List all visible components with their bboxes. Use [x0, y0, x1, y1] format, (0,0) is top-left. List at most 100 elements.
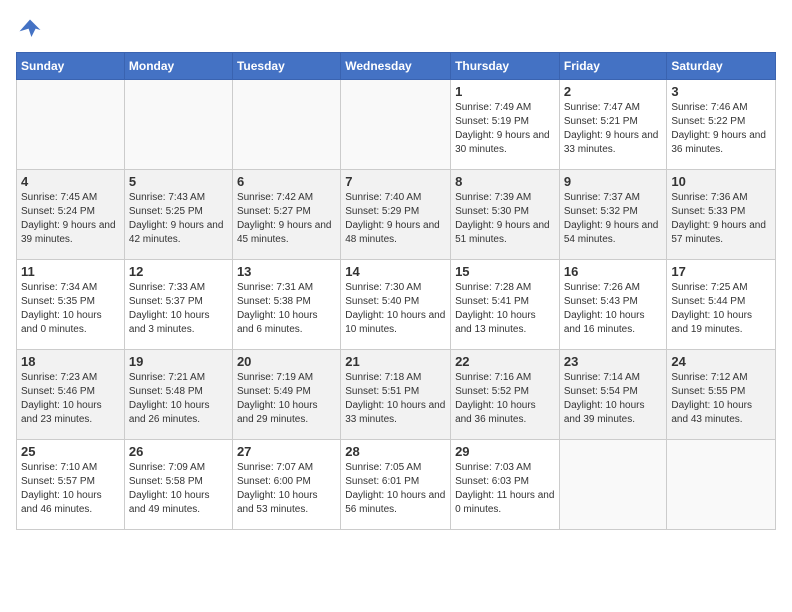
- calendar-cell: 28 Sunrise: 7:05 AM Sunset: 6:01 PM Dayli…: [341, 440, 451, 530]
- calendar-cell: 13 Sunrise: 7:31 AM Sunset: 5:38 PM Dayli…: [232, 260, 340, 350]
- page-header: [16, 16, 776, 44]
- day-info: Sunrise: 7:45 AM Sunset: 5:24 PM Dayligh…: [21, 191, 120, 247]
- day-info: Sunrise: 7:28 AM Sunset: 5:41 PM Dayligh…: [455, 281, 555, 337]
- calendar-cell: 9Sunrise: 7:37 AM Sunset: 5:32 PM Daylig…: [559, 170, 667, 260]
- day-number: 3: [671, 84, 771, 99]
- calendar-table: SundayMondayTuesdayWednesdayThursdayFrid…: [16, 52, 776, 530]
- day-info: Sunrise: 7:23 AM Sunset: 5:46 PM Dayligh…: [21, 371, 120, 427]
- weekday-header: Sunday: [17, 53, 125, 80]
- weekday-header: Monday: [124, 53, 232, 80]
- day-number: 15: [455, 264, 555, 279]
- day-info: Sunrise: 7:05 AM Sunset: 6:01 PM Dayligh…: [345, 461, 446, 517]
- day-info: Sunrise: 7:09 AM Sunset: 5:58 PM Dayligh…: [129, 461, 228, 517]
- calendar-cell: 21 Sunrise: 7:18 AM Sunset: 5:51 PM Dayli…: [341, 350, 451, 440]
- calendar-cell: 18 Sunrise: 7:23 AM Sunset: 5:46 PM Dayli…: [17, 350, 125, 440]
- calendar-cell: 16 Sunrise: 7:26 AM Sunset: 5:43 PM Dayli…: [559, 260, 667, 350]
- day-number: 18: [21, 354, 120, 369]
- day-info: Sunrise: 7:47 AM Sunset: 5:21 PM Dayligh…: [564, 101, 663, 157]
- day-number: 7: [345, 174, 446, 189]
- day-number: 5: [129, 174, 228, 189]
- day-info: Sunrise: 7:19 AM Sunset: 5:49 PM Dayligh…: [237, 371, 336, 427]
- day-info: Sunrise: 7:26 AM Sunset: 5:43 PM Dayligh…: [564, 281, 663, 337]
- calendar-cell: 1Sunrise: 7:49 AM Sunset: 5:19 PM Daylig…: [451, 80, 560, 170]
- day-number: 21: [345, 354, 446, 369]
- day-info: Sunrise: 7:36 AM Sunset: 5:33 PM Dayligh…: [671, 191, 771, 247]
- calendar-cell: 20 Sunrise: 7:19 AM Sunset: 5:49 PM Dayli…: [232, 350, 340, 440]
- calendar-cell: 6 Sunrise: 7:42 AM Sunset: 5:27 PM Daylig…: [232, 170, 340, 260]
- logo-icon: [16, 16, 44, 44]
- calendar-cell: 7 Sunrise: 7:40 AM Sunset: 5:29 PM Daylig…: [341, 170, 451, 260]
- day-number: 19: [129, 354, 228, 369]
- day-number: 1: [455, 84, 555, 99]
- day-number: 26: [129, 444, 228, 459]
- calendar-cell: [559, 440, 667, 530]
- calendar-cell: 26 Sunrise: 7:09 AM Sunset: 5:58 PM Dayli…: [124, 440, 232, 530]
- day-number: 2: [564, 84, 663, 99]
- day-info: Sunrise: 7:30 AM Sunset: 5:40 PM Dayligh…: [345, 281, 446, 337]
- day-info: Sunrise: 7:43 AM Sunset: 5:25 PM Dayligh…: [129, 191, 228, 247]
- day-info: Sunrise: 7:21 AM Sunset: 5:48 PM Dayligh…: [129, 371, 228, 427]
- day-number: 11: [21, 264, 120, 279]
- day-number: 22: [455, 354, 555, 369]
- day-info: Sunrise: 7:42 AM Sunset: 5:27 PM Dayligh…: [237, 191, 336, 247]
- day-number: 29: [455, 444, 555, 459]
- calendar-cell: 22Sunrise: 7:16 AM Sunset: 5:52 PM Dayli…: [451, 350, 560, 440]
- day-number: 10: [671, 174, 771, 189]
- day-number: 25: [21, 444, 120, 459]
- day-info: Sunrise: 7:39 AM Sunset: 5:30 PM Dayligh…: [455, 191, 555, 247]
- day-number: 13: [237, 264, 336, 279]
- day-number: 27: [237, 444, 336, 459]
- calendar-cell: 15 Sunrise: 7:28 AM Sunset: 5:41 PM Dayli…: [451, 260, 560, 350]
- day-number: 23: [564, 354, 663, 369]
- weekday-header: Wednesday: [341, 53, 451, 80]
- day-number: 12: [129, 264, 228, 279]
- calendar-cell: [17, 80, 125, 170]
- calendar-cell: 3 Sunrise: 7:46 AM Sunset: 5:22 PM Daylig…: [667, 80, 776, 170]
- calendar-cell: 5 Sunrise: 7:43 AM Sunset: 5:25 PM Daylig…: [124, 170, 232, 260]
- calendar-header: SundayMondayTuesdayWednesdayThursdayFrid…: [17, 53, 776, 80]
- calendar-cell: [232, 80, 340, 170]
- weekday-header: Friday: [559, 53, 667, 80]
- calendar-cell: [341, 80, 451, 170]
- day-info: Sunrise: 7:31 AM Sunset: 5:38 PM Dayligh…: [237, 281, 336, 337]
- day-number: 17: [671, 264, 771, 279]
- calendar-cell: [124, 80, 232, 170]
- day-info: Sunrise: 7:40 AM Sunset: 5:29 PM Dayligh…: [345, 191, 446, 247]
- day-info: Sunrise: 7:12 AM Sunset: 5:55 PM Dayligh…: [671, 371, 771, 427]
- day-number: 20: [237, 354, 336, 369]
- weekday-header: Saturday: [667, 53, 776, 80]
- calendar-cell: 8 Sunrise: 7:39 AM Sunset: 5:30 PM Daylig…: [451, 170, 560, 260]
- day-info: Sunrise: 7:34 AM Sunset: 5:35 PM Dayligh…: [21, 281, 120, 337]
- day-info: Sunrise: 7:33 AM Sunset: 5:37 PM Dayligh…: [129, 281, 228, 337]
- day-number: 28: [345, 444, 446, 459]
- day-number: 8: [455, 174, 555, 189]
- day-info: Sunrise: 7:14 AM Sunset: 5:54 PM Dayligh…: [564, 371, 663, 427]
- day-info: Sunrise: 7:18 AM Sunset: 5:51 PM Dayligh…: [345, 371, 446, 427]
- calendar-cell: 12 Sunrise: 7:33 AM Sunset: 5:37 PM Dayli…: [124, 260, 232, 350]
- calendar-cell: 23 Sunrise: 7:14 AM Sunset: 5:54 PM Dayli…: [559, 350, 667, 440]
- calendar-cell: 11 Sunrise: 7:34 AM Sunset: 5:35 PM Dayli…: [17, 260, 125, 350]
- day-number: 6: [237, 174, 336, 189]
- calendar-cell: 19 Sunrise: 7:21 AM Sunset: 5:48 PM Dayli…: [124, 350, 232, 440]
- calendar-cell: [667, 440, 776, 530]
- calendar-cell: 24 Sunrise: 7:12 AM Sunset: 5:55 PM Dayli…: [667, 350, 776, 440]
- day-number: 4: [21, 174, 120, 189]
- day-number: 24: [671, 354, 771, 369]
- day-info: Sunrise: 7:46 AM Sunset: 5:22 PM Dayligh…: [671, 101, 771, 157]
- day-info: Sunrise: 7:07 AM Sunset: 6:00 PM Dayligh…: [237, 461, 336, 517]
- day-info: Sunrise: 7:10 AM Sunset: 5:57 PM Dayligh…: [21, 461, 120, 517]
- day-number: 9: [564, 174, 663, 189]
- day-number: 14: [345, 264, 446, 279]
- calendar-cell: 25 Sunrise: 7:10 AM Sunset: 5:57 PM Dayli…: [17, 440, 125, 530]
- calendar-cell: 17Sunrise: 7:25 AM Sunset: 5:44 PM Dayli…: [667, 260, 776, 350]
- calendar-body: 1Sunrise: 7:49 AM Sunset: 5:19 PM Daylig…: [17, 80, 776, 530]
- calendar-cell: 14 Sunrise: 7:30 AM Sunset: 5:40 PM Dayli…: [341, 260, 451, 350]
- weekday-header: Thursday: [451, 53, 560, 80]
- weekday-header: Tuesday: [232, 53, 340, 80]
- calendar-cell: 2 Sunrise: 7:47 AM Sunset: 5:21 PM Daylig…: [559, 80, 667, 170]
- day-number: 16: [564, 264, 663, 279]
- logo: [16, 16, 48, 44]
- day-info: Sunrise: 7:03 AM Sunset: 6:03 PM Dayligh…: [455, 461, 555, 517]
- calendar-cell: 27 Sunrise: 7:07 AM Sunset: 6:00 PM Dayli…: [232, 440, 340, 530]
- calendar-cell: 10 Sunrise: 7:36 AM Sunset: 5:33 PM Dayli…: [667, 170, 776, 260]
